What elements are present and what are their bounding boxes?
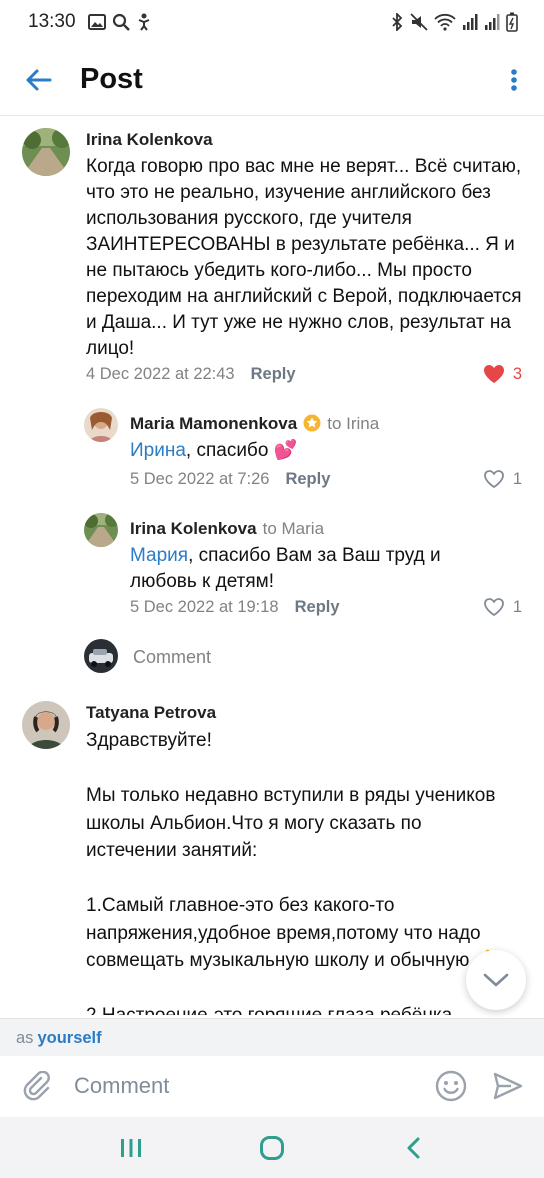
comment-text-body: , спасибо 💕: [185, 440, 298, 461]
comment: Tatyana Petrova Здравствуйте! Мы только …: [0, 691, 544, 1015]
text-line: 1.Самый главное-это без какого-то: [86, 895, 395, 916]
comment-date: 5 Dec 2022 at 19:18: [130, 598, 279, 616]
signal-icon: [463, 14, 478, 30]
search-icon: [112, 13, 130, 31]
comment-meta: 4 Dec 2022 at 22:43 Reply: [86, 365, 296, 384]
text-line: [86, 975, 531, 1003]
avatar[interactable]: [84, 513, 118, 547]
mention-link[interactable]: Ирина: [130, 440, 186, 461]
scroll-down-button[interactable]: [466, 950, 526, 1010]
text-line: Мы только недавно вступили в ряды ученик…: [86, 785, 496, 806]
comment-date: 4 Dec 2022 at 22:43: [86, 365, 235, 383]
heart-outline-icon: [483, 470, 504, 489]
reply-prompt[interactable]: Comment: [0, 635, 544, 681]
system-nav-bar: [0, 1117, 544, 1178]
avatar[interactable]: [22, 128, 70, 176]
reply-to[interactable]: to Maria: [263, 519, 324, 538]
like-button[interactable]: 1: [483, 597, 522, 617]
status-bar: 13:30: [0, 0, 544, 44]
comment-date: 5 Dec 2022 at 7:26: [130, 470, 270, 488]
comment-meta: 5 Dec 2022 at 7:26 Reply: [130, 470, 330, 489]
comments-feed[interactable]: Irina Kolenkova Когда говорю про вас мне…: [0, 117, 544, 1015]
comment-author[interactable]: Irina Kolenkova: [86, 130, 213, 150]
attach-button[interactable]: [0, 1056, 74, 1116]
author-name[interactable]: Irina Kolenkova: [130, 519, 257, 538]
back-nav-button[interactable]: [373, 1120, 453, 1176]
avatar[interactable]: [84, 408, 118, 442]
comment-text: Когда говорю про вас мне не верят... Всё…: [86, 156, 522, 359]
heart-outline-icon: [483, 598, 504, 617]
signal-roaming-icon: [485, 14, 500, 30]
home-button[interactable]: [232, 1120, 312, 1176]
avatar[interactable]: [22, 701, 70, 749]
battery-icon: [506, 12, 518, 32]
verified-star-icon: [303, 414, 321, 432]
recent-apps-button[interactable]: [91, 1120, 171, 1176]
send-button[interactable]: [480, 1056, 536, 1116]
comment-author[interactable]: Maria Mamonenkova to Irina: [130, 414, 379, 434]
text-line: [86, 755, 531, 783]
smiley-icon: [435, 1070, 467, 1102]
recent-apps-icon: [120, 1138, 141, 1157]
comment-input[interactable]: [74, 1066, 422, 1106]
post-as-selector[interactable]: as yourself: [0, 1018, 544, 1056]
text-line: Здравствуйте!: [86, 730, 212, 751]
comment-prompt-label[interactable]: Comment: [133, 647, 211, 668]
reply-to[interactable]: to Irina: [327, 414, 379, 433]
arrow-left-icon: [26, 69, 52, 90]
status-left-icons: [87, 13, 152, 31]
reply-button[interactable]: Reply: [285, 470, 330, 489]
emoji-button[interactable]: [422, 1056, 480, 1116]
chevron-left-icon: [407, 1137, 420, 1158]
comment-composer: [0, 1056, 544, 1116]
reply-button[interactable]: Reply: [251, 365, 296, 384]
app-bar: Post: [0, 44, 544, 116]
reply-button[interactable]: Reply: [295, 598, 340, 617]
status-time: 13:30: [28, 11, 76, 32]
post-as-prefix: as: [16, 1029, 34, 1047]
comment-author[interactable]: Irina Kolenkova to Maria: [130, 519, 324, 539]
more-options-button[interactable]: [484, 44, 544, 116]
comment-text: Мария, спасибо Вам за Ваш труд и любовь …: [130, 543, 490, 595]
gallery-icon: [87, 14, 106, 30]
text-line: истечении занятий:: [86, 840, 258, 861]
back-button[interactable]: [0, 44, 76, 116]
paperclip-icon: [23, 1071, 50, 1101]
like-count: 3: [512, 364, 522, 383]
like-button[interactable]: 1: [483, 469, 522, 489]
status-right-icons: [390, 12, 518, 32]
send-icon: [493, 1072, 523, 1100]
reply-comment: Irina Kolenkova to Maria Мария, спасибо В…: [0, 505, 544, 625]
comment-meta: 5 Dec 2022 at 19:18 Reply: [130, 598, 340, 617]
wifi-icon: [434, 13, 456, 31]
home-icon: [259, 1135, 284, 1160]
chevron-down-icon: [483, 973, 509, 987]
like-count: 1: [512, 469, 522, 488]
mention-link[interactable]: Мария: [130, 545, 188, 566]
accessibility-icon: [138, 13, 149, 31]
heart-filled-icon: [483, 365, 504, 383]
mute-icon: [410, 13, 428, 31]
more-vertical-icon: [511, 68, 517, 91]
comment-text: Здравствуйте! Мы только недавно вступили…: [86, 727, 531, 1015]
like-count: 1: [512, 597, 522, 616]
avatar: [84, 639, 118, 673]
page-title: Post: [80, 63, 143, 95]
reply-comment: Maria Mamonenkova to Irina Ирина, спасибо…: [0, 400, 544, 495]
comment-text: Ирина, спасибо 💕: [130, 438, 520, 464]
text-line: школы Альбион.Что я могу сказать по: [86, 812, 422, 834]
text-line: 2.Настроение-это горящие глаза ребёнка: [86, 1002, 531, 1015]
comment-author[interactable]: Tatyana Petrova: [86, 703, 216, 723]
like-button[interactable]: 3: [483, 364, 522, 384]
text-line: [86, 865, 531, 893]
comment: Irina Kolenkova Когда говорю про вас мне…: [0, 117, 544, 397]
post-as-name[interactable]: yourself: [37, 1029, 101, 1047]
bluetooth-icon: [392, 13, 403, 31]
text-line: напряжения,удобное время,потому что надо: [86, 922, 481, 944]
text-line: совмещать музыкальную школу и обычную 👍: [86, 950, 499, 971]
author-name[interactable]: Maria Mamonenkova: [130, 414, 297, 433]
